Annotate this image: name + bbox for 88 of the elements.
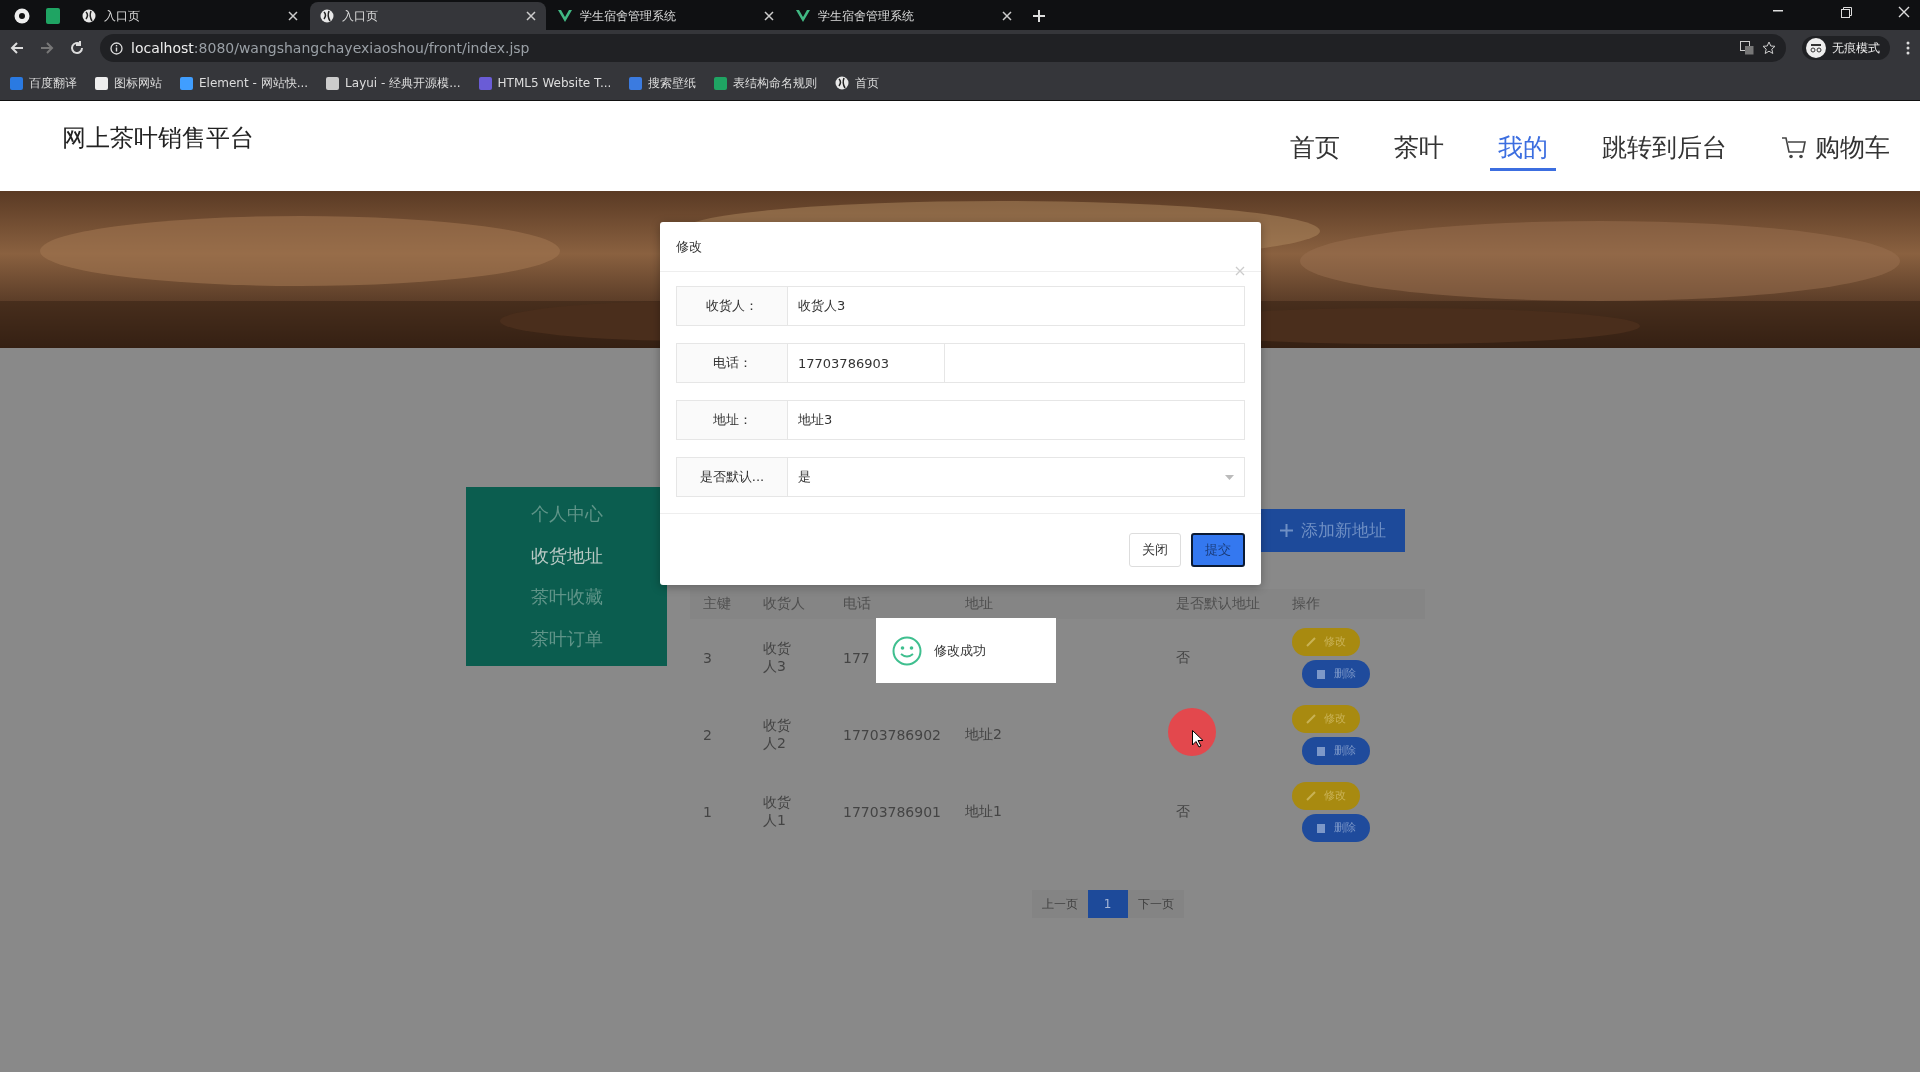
nav-link[interactable]: 首页 <box>1282 131 1348 171</box>
table-cell: 3 <box>703 649 712 666</box>
dialog-title: 修改 <box>676 238 702 256</box>
bookmark-icon <box>180 76 193 90</box>
incognito-profile[interactable]: 无痕模式 <box>1802 36 1890 60</box>
cursor-icon <box>1192 730 1204 748</box>
toast-message: 修改成功 <box>934 641 986 660</box>
field-label: 地址： <box>676 400 788 440</box>
table-cell-text: 收货人2 <box>763 716 792 753</box>
browser-tab[interactable]: 学生宿舍管理系统 <box>548 2 784 30</box>
globe-icon <box>835 76 850 90</box>
bookmark-icon <box>95 76 108 90</box>
browser-tab[interactable]: 入口页 <box>310 2 546 30</box>
restore-icon[interactable] <box>1841 7 1852 18</box>
address-bar[interactable]: localhost:8080/wangshangchayexiaoshou/front/index.jsp <box>100 34 1786 62</box>
pencil-icon <box>1306 790 1316 801</box>
plus-icon <box>1280 524 1293 537</box>
input-field[interactable]: 地址3 <box>788 400 1245 440</box>
nav-link[interactable]: 购物车 <box>1773 131 1898 171</box>
page-number[interactable]: 1 <box>1087 890 1128 918</box>
menu-icon[interactable] <box>1906 41 1910 55</box>
bookmark[interactable]: 搜索壁纸 <box>629 74 697 92</box>
pencil-icon <box>1306 713 1316 724</box>
incognito-icon <box>1806 38 1826 58</box>
table-cell: 地址2 <box>965 725 1002 744</box>
bookmark-icon <box>629 76 643 90</box>
globe-icon <box>320 9 334 23</box>
new-tab-icon[interactable] <box>1032 9 1046 23</box>
table-cell: 否 <box>1176 802 1190 821</box>
table-cell: 177 <box>843 649 870 666</box>
browser-tab[interactable]: 学生宿舍管理系统 <box>786 2 1022 30</box>
field-label: 收货人： <box>676 286 788 326</box>
trash-icon <box>1316 668 1326 679</box>
minimize-icon[interactable] <box>1773 10 1783 12</box>
table-cell: 否 <box>1176 648 1190 667</box>
v-logo-icon <box>558 10 572 22</box>
sidebar-item[interactable]: 收货地址 <box>530 543 603 568</box>
close-icon[interactable] <box>1002 11 1012 21</box>
bookmark-icon <box>478 76 492 90</box>
input-field[interactable]: 17703786903 <box>788 343 945 383</box>
close-window-icon[interactable] <box>1898 6 1910 18</box>
field-label: 是否默认... <box>676 457 788 497</box>
site-title: 网上茶叶销售平台 <box>62 123 255 154</box>
info-icon <box>110 41 123 55</box>
bookmark[interactable]: HTML5 Website T... <box>478 76 612 90</box>
click-highlight <box>1168 708 1216 756</box>
caret-icon <box>1225 474 1234 480</box>
v-logo-icon <box>796 10 810 22</box>
browser-tab[interactable]: 入口页 <box>72 2 308 30</box>
bookmark[interactable]: Layui - 经典开源模... <box>326 74 461 92</box>
forward-icon[interactable] <box>40 41 54 55</box>
trash-icon <box>1316 745 1326 756</box>
star-icon[interactable] <box>1762 41 1776 55</box>
pencil-icon <box>1306 636 1316 647</box>
nav-link[interactable]: 我的 <box>1490 131 1556 171</box>
close-icon[interactable] <box>764 11 774 21</box>
nav-link[interactable]: 跳转到后台 <box>1594 131 1735 171</box>
bookmark-icon <box>714 76 728 90</box>
translate-icon[interactable] <box>1740 41 1754 55</box>
bookmark-icon <box>326 76 340 90</box>
table-cell: 地址1 <box>965 802 1002 821</box>
globe-icon <box>82 9 96 23</box>
trash-icon <box>1316 822 1326 833</box>
bookmark[interactable]: Element - 网站快... <box>180 74 309 92</box>
cart-icon <box>1781 135 1807 160</box>
bookmark[interactable]: 表结构命名规则 <box>714 74 818 92</box>
smiley-icon <box>892 635 922 666</box>
bookmark[interactable]: 首页 <box>835 74 880 92</box>
table-cell-text: 收货人3 <box>763 639 792 676</box>
table-cell: 17703786901 <box>843 803 941 820</box>
close-icon[interactable] <box>526 11 536 21</box>
table-cell-text: 收货人1 <box>763 793 792 830</box>
reload-icon[interactable] <box>70 41 84 55</box>
bookmark[interactable]: 百度翻译 <box>10 74 77 92</box>
table-cell: 1 <box>703 803 712 820</box>
input-field[interactable]: 收货人3 <box>788 286 1245 326</box>
table-cell: 17703786902 <box>843 726 941 743</box>
select-field[interactable]: 是 <box>788 457 1245 497</box>
bookmark[interactable]: 图标网站 <box>95 74 162 92</box>
field-label: 电话： <box>676 343 788 383</box>
url-text: localhost:8080/wangshangchayexiaoshou/front/index.jsp <box>131 40 530 56</box>
bookmark-icon <box>10 76 23 90</box>
nav-link[interactable]: 茶叶 <box>1386 131 1452 171</box>
back-icon[interactable] <box>10 41 24 55</box>
browser-logo-icon[interactable] <box>14 8 30 24</box>
close-icon[interactable] <box>288 11 298 21</box>
close-button[interactable]: 关闭 <box>1129 532 1181 567</box>
table-cell: 2 <box>703 726 712 743</box>
